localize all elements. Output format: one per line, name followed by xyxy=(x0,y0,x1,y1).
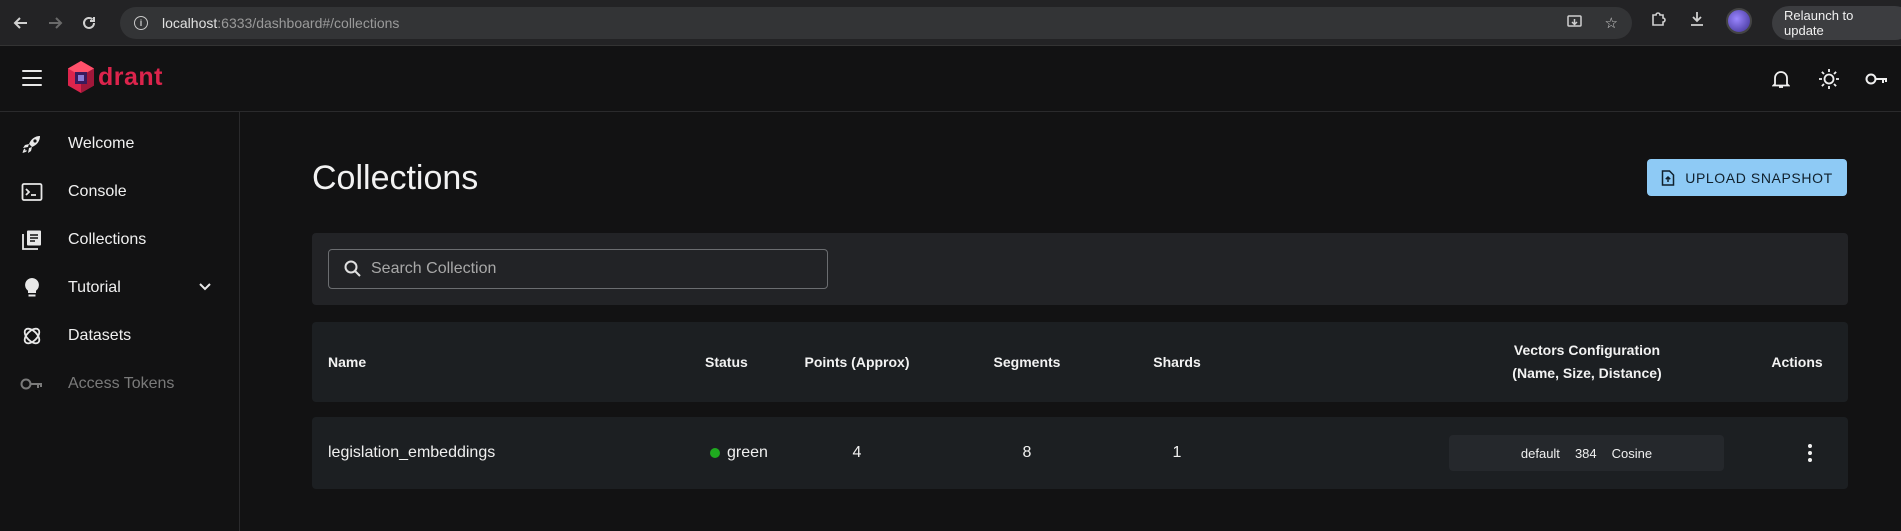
search-icon xyxy=(344,260,361,277)
app-header: drant xyxy=(0,46,1901,112)
datasets-icon xyxy=(20,324,44,348)
lightbulb-icon xyxy=(20,276,44,300)
status-cell: green xyxy=(710,417,768,489)
chevron-down-icon[interactable] xyxy=(198,279,212,297)
download-icon[interactable] xyxy=(1688,10,1706,33)
page-title: Collections xyxy=(312,159,479,197)
column-header-name[interactable]: Name xyxy=(328,322,366,402)
profile-avatar[interactable] xyxy=(1726,8,1752,34)
file-upload-icon xyxy=(1662,169,1675,186)
api-key-icon[interactable] xyxy=(1853,64,1901,94)
search-field[interactable] xyxy=(328,249,828,289)
sidebar-item-label: Welcome xyxy=(68,135,135,152)
segments-cell: 8 xyxy=(1022,444,1032,461)
column-header-status[interactable]: Status xyxy=(705,322,748,402)
collection-name-cell[interactable]: legislation_embeddings xyxy=(328,417,495,489)
sidebar-item-console[interactable]: Console xyxy=(0,168,240,216)
terminal-icon xyxy=(20,180,44,204)
address-bar[interactable]: i localhost:6333/dashboard#/collections … xyxy=(120,7,1632,39)
column-header-points[interactable]: Points (Approx) xyxy=(797,322,917,402)
sidebar-item-label: Tutorial xyxy=(68,279,121,296)
site-info-icon[interactable]: i xyxy=(134,16,148,30)
status-dot-icon xyxy=(710,448,720,458)
sidebar-item-datasets[interactable]: Datasets xyxy=(0,312,240,360)
sidebar-item-tutorial[interactable]: Tutorial xyxy=(0,264,240,312)
sidebar-item-label: Access Tokens xyxy=(68,375,175,392)
status-text: green xyxy=(727,444,768,461)
vector-distance: Cosine xyxy=(1611,445,1653,461)
sidebar-item-label: Datasets xyxy=(68,327,132,344)
table-header: Name Status Points (Approx) Segments Sha… xyxy=(312,322,1848,402)
theme-sun-icon[interactable] xyxy=(1805,64,1853,94)
bookmark-star-icon[interactable]: ☆ xyxy=(1605,14,1618,34)
qdrant-logo-icon xyxy=(68,61,94,93)
url-text: localhost:6333/dashboard#/collections xyxy=(162,15,400,31)
sidebar-item-access-tokens[interactable]: Access Tokens xyxy=(0,360,240,408)
points-cell: 4 xyxy=(852,444,862,461)
back-icon[interactable] xyxy=(8,10,34,36)
vector-size: 384 xyxy=(1574,445,1597,461)
sidebar-item-welcome[interactable]: Welcome xyxy=(0,120,240,168)
rocket-icon xyxy=(20,132,44,156)
menu-icon[interactable] xyxy=(22,70,42,86)
extensions-icon[interactable] xyxy=(1650,10,1668,33)
notifications-bell-icon[interactable] xyxy=(1757,64,1805,94)
vector-name: default xyxy=(1520,445,1560,461)
search-panel xyxy=(312,233,1848,305)
key-icon xyxy=(20,372,44,396)
column-header-segments[interactable]: Segments xyxy=(972,322,1082,402)
column-header-vectors[interactable]: Vectors Configuration (Name, Size, Dista… xyxy=(1432,322,1742,402)
sidebar-item-collections[interactable]: Collections xyxy=(0,216,240,264)
sidebar-item-label: Collections xyxy=(68,231,147,248)
sidebar-item-label: Console xyxy=(68,183,127,200)
relaunch-button[interactable]: Relaunch to update ⋮ xyxy=(1772,6,1901,40)
table-row[interactable]: legislation_embeddings green 4 8 1 defau… xyxy=(312,417,1848,489)
vector-config-chip: default 384 Cosine xyxy=(1449,435,1724,471)
search-input[interactable] xyxy=(371,260,811,278)
library-icon xyxy=(20,228,44,252)
install-app-icon[interactable] xyxy=(1566,14,1583,34)
column-header-shards[interactable]: Shards xyxy=(1122,322,1232,402)
upload-snapshot-button[interactable]: UPLOAD SNAPSHOT xyxy=(1647,159,1847,196)
qdrant-logo[interactable]: drant xyxy=(66,60,163,94)
brand-name: drant xyxy=(98,62,163,91)
shards-cell: 1 xyxy=(1172,444,1182,461)
row-actions-menu-icon[interactable] xyxy=(1798,441,1822,465)
forward-icon[interactable] xyxy=(42,10,68,36)
column-header-actions: Actions xyxy=(1771,353,1823,370)
reload-icon[interactable] xyxy=(76,10,102,36)
sidebar: Welcome Console Collections Tutorial Dat… xyxy=(0,112,240,531)
